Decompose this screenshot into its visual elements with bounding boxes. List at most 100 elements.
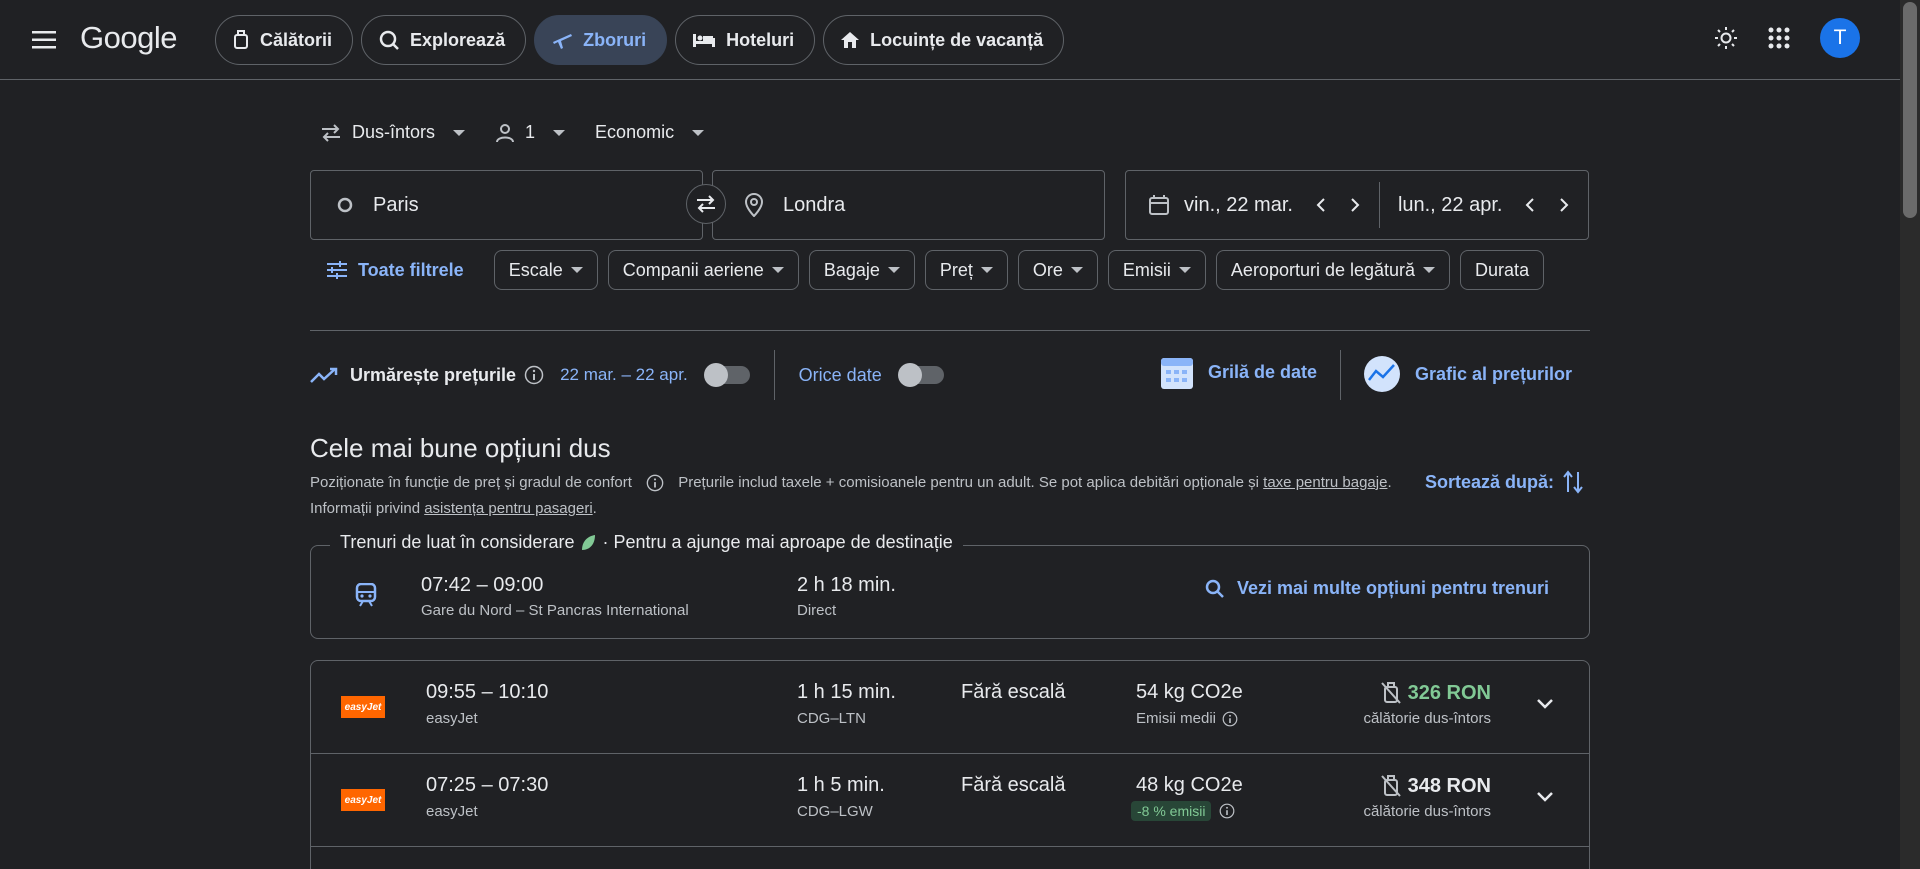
chevron-down-icon bbox=[570, 267, 583, 273]
train-legend-title: Trenuri de luat în considerare bbox=[340, 532, 575, 552]
all-filters-button[interactable]: Toate filtrele bbox=[310, 260, 484, 281]
train-card[interactable]: 07:42 – 09:00 Gare du Nord – St Pancras … bbox=[310, 545, 1590, 639]
expand-chevron-icon[interactable] bbox=[1535, 697, 1555, 711]
filter-duration[interactable]: Durata bbox=[1460, 250, 1545, 290]
sort-button[interactable]: Sortează după: bbox=[1425, 470, 1584, 494]
emissions-note: Emisii medii bbox=[1136, 710, 1238, 727]
nav-chip-label: Locuințe de vacanță bbox=[870, 29, 1044, 50]
trending-icon bbox=[310, 366, 338, 384]
flight-row[interactable]: easyJet 07:25 – 07:30 easyJet 1 h 5 min.… bbox=[311, 754, 1589, 847]
flight-airline: easyJet bbox=[426, 803, 478, 820]
search-icon bbox=[1205, 579, 1225, 599]
emissions-badge: -8 % emisii bbox=[1131, 801, 1212, 821]
track-prices-label: Urmărește prețurile bbox=[350, 364, 517, 385]
info-icon[interactable] bbox=[646, 474, 664, 492]
prev-depart-chevron-icon[interactable] bbox=[1315, 197, 1327, 213]
all-filters-label: Toate filtrele bbox=[358, 259, 464, 280]
avatar[interactable]: T bbox=[1820, 18, 1860, 58]
passengers-select[interactable]: 1 bbox=[495, 122, 566, 143]
top-bar: Google Călătorii Explorează Zboruri Hote… bbox=[0, 0, 1900, 80]
flight-airline: easyJet bbox=[426, 710, 478, 727]
passenger-assistance-link[interactable]: asistența pentru pasageri bbox=[424, 500, 592, 517]
no-bag-icon bbox=[1380, 774, 1402, 798]
depart-date[interactable]: vin., 22 mar. bbox=[1184, 194, 1293, 217]
train-type: Direct bbox=[797, 602, 837, 619]
filter-connecting-airports[interactable]: Aeroporturi de legătură bbox=[1215, 250, 1451, 290]
filter-label: Companii aeriene bbox=[622, 259, 764, 280]
emissions-note-label: Emisii medii bbox=[1136, 710, 1217, 727]
origin-circle-icon bbox=[337, 197, 353, 213]
next-return-chevron-icon[interactable] bbox=[1558, 197, 1570, 213]
next-depart-chevron-icon[interactable] bbox=[1349, 197, 1361, 213]
any-dates-toggle[interactable] bbox=[897, 363, 944, 387]
chevron-down-icon bbox=[453, 129, 466, 136]
sort-label: Sortează după: bbox=[1425, 471, 1555, 492]
flight-route: CDG–LTN bbox=[797, 710, 866, 727]
price-note: călătorie dus-întors bbox=[1363, 710, 1491, 727]
trip-type-select[interactable]: Dus-întors bbox=[320, 122, 466, 143]
date-grid-label: Grilă de date bbox=[1208, 361, 1318, 382]
prev-return-chevron-icon[interactable] bbox=[1524, 197, 1536, 213]
nav-chip-vacation-rentals[interactable]: Locuințe de vacanță bbox=[823, 15, 1065, 65]
flight-row[interactable]: easyJet 09:55 – 10:10 easyJet 1 h 15 min… bbox=[311, 661, 1589, 754]
nav-chip-flights[interactable]: Zboruri bbox=[534, 15, 668, 65]
cabin-select[interactable]: Economic bbox=[595, 122, 705, 143]
expand-chevron-icon[interactable] bbox=[1535, 790, 1555, 804]
price-graph-button[interactable]: Grafic al prețurilor bbox=[1363, 355, 1572, 393]
more-trains-link[interactable]: Vezi mai multe opțiuni pentru trenuri bbox=[1205, 578, 1549, 599]
flight-price: 348 RON bbox=[1380, 774, 1491, 798]
info-icon[interactable] bbox=[524, 365, 544, 385]
info-icon[interactable] bbox=[1219, 803, 1235, 819]
filter-price[interactable]: Preț bbox=[924, 250, 1008, 290]
nav-chip-trips[interactable]: Călătorii bbox=[215, 15, 354, 65]
train-icon bbox=[355, 583, 377, 607]
filter-label: Preț bbox=[939, 259, 973, 280]
results-subtitle: Poziționate în funcție de preț și gradul… bbox=[310, 470, 1410, 522]
airline-logo: easyJet bbox=[341, 789, 385, 811]
origin-field[interactable]: Paris bbox=[310, 170, 703, 240]
train-legend-sub: · Pentru a ajunge mai aproape de destina… bbox=[602, 532, 953, 552]
chevron-down-icon bbox=[1070, 267, 1083, 273]
track-dates-toggle[interactable] bbox=[703, 363, 750, 387]
google-logo[interactable]: Google bbox=[80, 20, 177, 56]
tracker-divider bbox=[773, 350, 775, 400]
filter-bags[interactable]: Bagaje bbox=[808, 250, 915, 290]
ranking-note: Poziționate în funcție de preț și gradul… bbox=[310, 474, 632, 491]
track-date-range: 22 mar. – 22 apr. bbox=[560, 365, 688, 384]
nav-chip-hotels[interactable]: Hoteluri bbox=[675, 15, 816, 65]
trip-type-value: Dus-întors bbox=[352, 122, 436, 142]
swap-arrows-icon bbox=[320, 123, 342, 142]
price-note: călătorie dus-întors bbox=[1363, 803, 1491, 820]
filter-times[interactable]: Ore bbox=[1017, 250, 1098, 290]
chevron-down-icon bbox=[887, 267, 900, 273]
bag-fees-link[interactable]: taxe pentru bagaje bbox=[1263, 474, 1387, 491]
emissions-note: -8 % emisii bbox=[1131, 801, 1235, 821]
return-date[interactable]: lun., 22 apr. bbox=[1398, 194, 1503, 217]
swap-cities-button[interactable] bbox=[686, 184, 726, 224]
theme-sun-icon[interactable] bbox=[1714, 26, 1738, 50]
date-grid-icon bbox=[1160, 354, 1194, 390]
tracker-divider bbox=[1340, 350, 1341, 400]
nav-chip-label: Explorează bbox=[410, 29, 506, 50]
filter-emissions[interactable]: Emisii bbox=[1107, 250, 1206, 290]
nav-chip-label: Călătorii bbox=[260, 29, 333, 50]
menu-icon[interactable] bbox=[26, 22, 62, 58]
flight-price-value: 326 RON bbox=[1407, 681, 1491, 704]
nav-chip-explore[interactable]: Explorează bbox=[361, 15, 527, 65]
filter-label: Bagaje bbox=[823, 259, 880, 280]
date-grid-button[interactable]: Grilă de date bbox=[1160, 354, 1317, 390]
train-duration: 2 h 18 min. bbox=[797, 574, 896, 596]
flight-duration: 1 h 5 min. bbox=[797, 774, 885, 796]
scrollbar[interactable] bbox=[1900, 0, 1920, 869]
person-icon bbox=[495, 123, 515, 143]
filter-airlines[interactable]: Companii aeriene bbox=[607, 250, 799, 290]
scrollbar-thumb[interactable] bbox=[1903, 2, 1917, 218]
apps-grid-icon[interactable] bbox=[1768, 27, 1790, 49]
filter-stops[interactable]: Escale bbox=[493, 250, 598, 290]
destination-field[interactable]: Londra bbox=[712, 170, 1105, 240]
any-dates-label: Orice date bbox=[798, 364, 882, 385]
house-icon bbox=[840, 30, 860, 50]
destination-value: Londra bbox=[783, 193, 846, 216]
section-divider bbox=[310, 330, 1590, 331]
info-icon[interactable] bbox=[1222, 711, 1238, 727]
